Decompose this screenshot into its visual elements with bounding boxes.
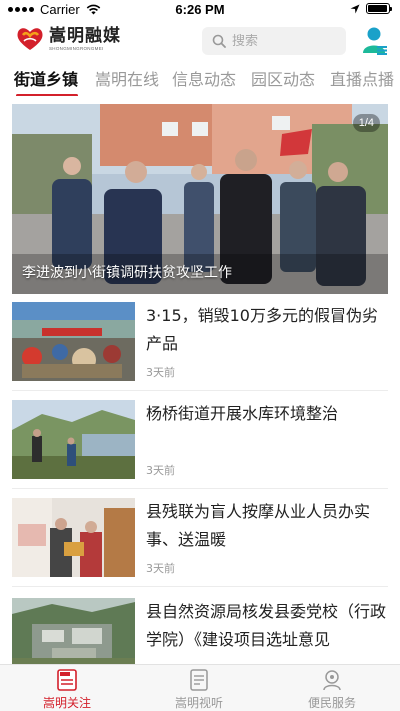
app-logo[interactable]: 嵩明融媒 SHONGMINGRONGMEI (14, 26, 121, 52)
category-tabs: 街道乡镇 嵩明在线 信息动态 园区动态 直播点播 (0, 64, 400, 96)
news-image (12, 498, 135, 577)
search-bar[interactable] (202, 27, 346, 55)
tab-street-township[interactable]: 街道乡镇 (14, 66, 78, 90)
nav-songming-av[interactable]: 嵩明视听 (149, 668, 249, 711)
logo-subtitle: SHONGMINGRONGMEI (49, 45, 104, 51)
battery-level (368, 5, 387, 12)
nav-songming-focus[interactable]: 嵩明关注 (17, 668, 117, 711)
news-item[interactable]: 3·15，销毁10万多元的假冒伪劣产品 3天前 (12, 302, 388, 392)
news-title: 县自然资源局核发县委党校（行政学院）《建设项目选址意见 (146, 602, 387, 649)
logo-title: 嵩明融媒 (49, 25, 121, 46)
nav-label: 便民服务 (307, 696, 356, 710)
news-title: 3·15，销毁10万多元的假冒伪劣产品 (146, 306, 378, 353)
search-icon (212, 34, 226, 48)
divider (12, 488, 388, 489)
app-header: 嵩明融媒 SHONGMINGRONGMEI (0, 22, 400, 60)
battery-icon (366, 3, 392, 14)
news-time: 3天前 (146, 562, 175, 575)
news-thumbnail (12, 498, 135, 577)
tab-park-news[interactable]: 园区动态 (251, 66, 315, 90)
news-thumbnail (12, 400, 135, 479)
news-time: 3天前 (146, 464, 175, 477)
tab-live-vod[interactable]: 直播点播 (330, 66, 394, 90)
hero-banner[interactable]: 1/4 李进波到小街镇调研扶贫攻坚工作 (12, 104, 388, 294)
news-image (12, 302, 135, 381)
news-item[interactable]: 杨桥街道开展水库环境整治 3天前 (12, 400, 388, 490)
user-icon[interactable] (362, 26, 388, 56)
news-title: 县残联为盲人按摩从业人员办实事、送温暖 (146, 502, 371, 549)
clock: 6:26 PM (175, 2, 225, 17)
status-bar: Carrier 6:26 PM (0, 0, 400, 20)
news-icon (57, 669, 77, 691)
logo-heart-icon (17, 28, 43, 50)
nav-label: 嵩明关注 (42, 696, 91, 710)
tab-info-news[interactable]: 信息动态 (172, 66, 236, 90)
news-time: 3天前 (146, 366, 175, 379)
service-icon (323, 670, 341, 691)
divider (12, 586, 388, 587)
location-arrow-icon (350, 4, 360, 13)
active-tab-indicator (16, 94, 78, 96)
news-thumbnail (12, 302, 135, 381)
video-icon (190, 669, 208, 691)
tab-songming-online[interactable]: 嵩明在线 (95, 66, 159, 90)
news-title: 杨桥街道开展水库环境整治 (146, 404, 339, 423)
bottom-navigation: 嵩明关注 嵩明视听 便民服务 (0, 664, 400, 711)
status-icons (350, 3, 392, 14)
nav-label: 嵩明视听 (174, 696, 223, 710)
news-image (12, 400, 135, 479)
hero-caption: 李进波到小街镇调研扶贫攻坚工作 (22, 265, 232, 281)
logo-text: 嵩明融媒 SHONGMINGRONGMEI (49, 25, 121, 52)
divider (12, 390, 388, 391)
hero-slide-counter: 1/4 (352, 114, 380, 132)
search-input[interactable] (232, 33, 332, 49)
nav-public-service[interactable]: 便民服务 (282, 668, 382, 711)
news-item[interactable]: 县残联为盲人按摩从业人员办实事、送温暖 3天前 (12, 498, 388, 588)
